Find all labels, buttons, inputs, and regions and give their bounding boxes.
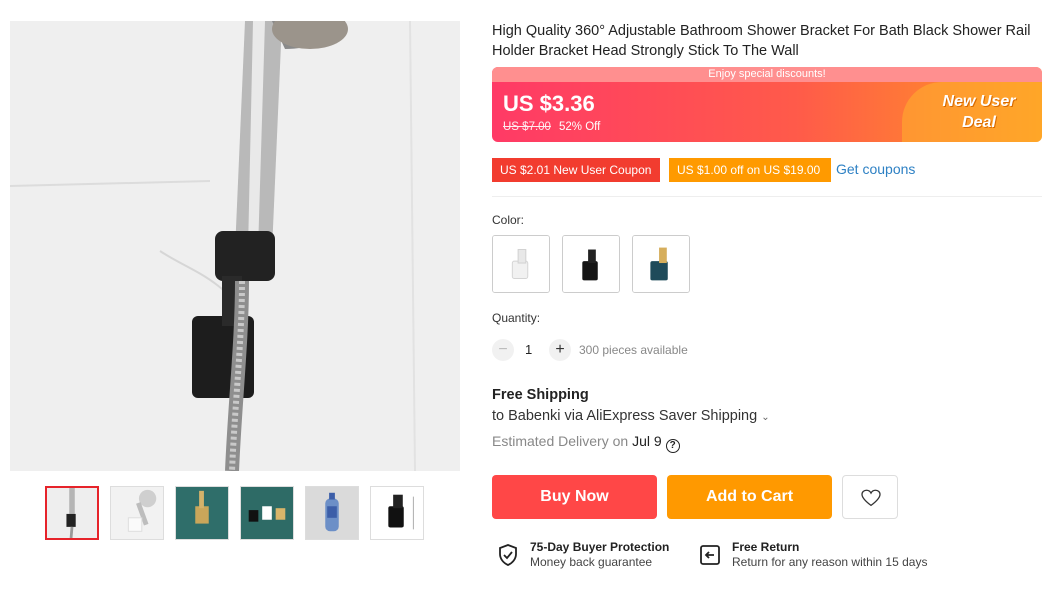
thumbnail-5[interactable] — [305, 486, 359, 540]
add-to-cart-button[interactable]: Add to Cart — [667, 475, 832, 519]
badge-line-1: New User — [942, 93, 1016, 110]
main-product-image[interactable] — [10, 21, 460, 471]
color-swatch-black[interactable] — [562, 235, 620, 293]
white-holder-swatch-image — [493, 236, 549, 292]
shipping-title: Free Shipping — [492, 387, 589, 403]
shipping-method-text: to Babenki via AliExpress Saver Shipping — [492, 408, 758, 424]
chevron-down-icon: ⌄ — [761, 412, 770, 423]
new-user-deal-badge: New User Deal — [934, 91, 1024, 133]
estimated-delivery: Estimated Delivery on Jul 9? — [492, 433, 680, 453]
buy-now-button[interactable]: Buy Now — [492, 475, 657, 519]
gold-holder-swatch-image — [633, 236, 689, 292]
thumbnail-2[interactable] — [110, 486, 164, 540]
discount-percent: 52% Off — [559, 121, 601, 133]
wishlist-button[interactable] — [842, 475, 898, 519]
thumbnail-image — [371, 487, 423, 539]
help-icon[interactable]: ? — [665, 439, 680, 453]
color-swatch-white[interactable] — [492, 235, 550, 293]
buyer-protection-title: 75-Day Buyer Protection — [530, 540, 670, 554]
thumbnail-strip — [45, 486, 425, 540]
free-return-title: Free Return — [732, 540, 800, 554]
thumbnail-6[interactable] — [370, 486, 424, 540]
buyer-protection: 75-Day Buyer Protection Money back guara… — [496, 540, 686, 572]
shipping-method[interactable]: to Babenki via AliExpress Saver Shipping… — [492, 408, 770, 424]
free-return: Free Return Return for any reason within… — [698, 540, 948, 572]
divider — [492, 196, 1042, 197]
delivery-prefix: Estimated Delivery on — [492, 433, 629, 449]
thumbnail-image — [111, 487, 163, 539]
shower-holder-photo — [10, 21, 460, 471]
thumbnail-image — [241, 487, 293, 539]
thumbnail-3[interactable] — [175, 486, 229, 540]
shield-check-icon — [499, 544, 517, 566]
quantity-label: Quantity: — [492, 311, 541, 325]
get-coupons-link[interactable]: Get coupons — [836, 161, 915, 177]
plus-icon[interactable]: + — [549, 339, 571, 361]
free-return-subtitle: Return for any reason within 15 days — [732, 555, 928, 569]
original-price: US $7.00 — [503, 121, 551, 133]
thumbnail-image — [47, 488, 97, 538]
color-swatch-gold[interactable] — [632, 235, 690, 293]
quantity-value[interactable]: 1 — [525, 342, 532, 357]
buyer-protection-subtitle: Money back guarantee — [530, 555, 653, 569]
product-title: High Quality 360° Adjustable Bathroom Sh… — [492, 23, 1031, 59]
store-coupon[interactable]: US $1.00 off on US $19.00 — [669, 158, 831, 182]
thumbnail-image — [176, 487, 228, 539]
badge-line-2: Deal — [962, 114, 996, 131]
pieces-available: 300 pieces available — [579, 343, 688, 357]
heart-icon — [861, 489, 881, 507]
thumbnail-1[interactable] — [45, 486, 99, 540]
color-label: Color: — [492, 213, 525, 227]
current-price: US $3.36 — [503, 91, 595, 116]
thumbnail-image — [306, 487, 358, 539]
black-holder-swatch-image — [563, 236, 619, 292]
return-icon — [700, 545, 720, 565]
thumbnail-4[interactable] — [240, 486, 294, 540]
minus-icon[interactable]: − — [492, 339, 514, 361]
deal-banner: Enjoy special discounts! US $3.36 US $7.… — [492, 67, 1042, 142]
deal-banner-text: Enjoy special discounts! — [492, 67, 1042, 82]
new-user-coupon[interactable]: US $2.01 New User Coupon — [492, 158, 660, 182]
delivery-date: Jul 9 — [632, 433, 662, 449]
